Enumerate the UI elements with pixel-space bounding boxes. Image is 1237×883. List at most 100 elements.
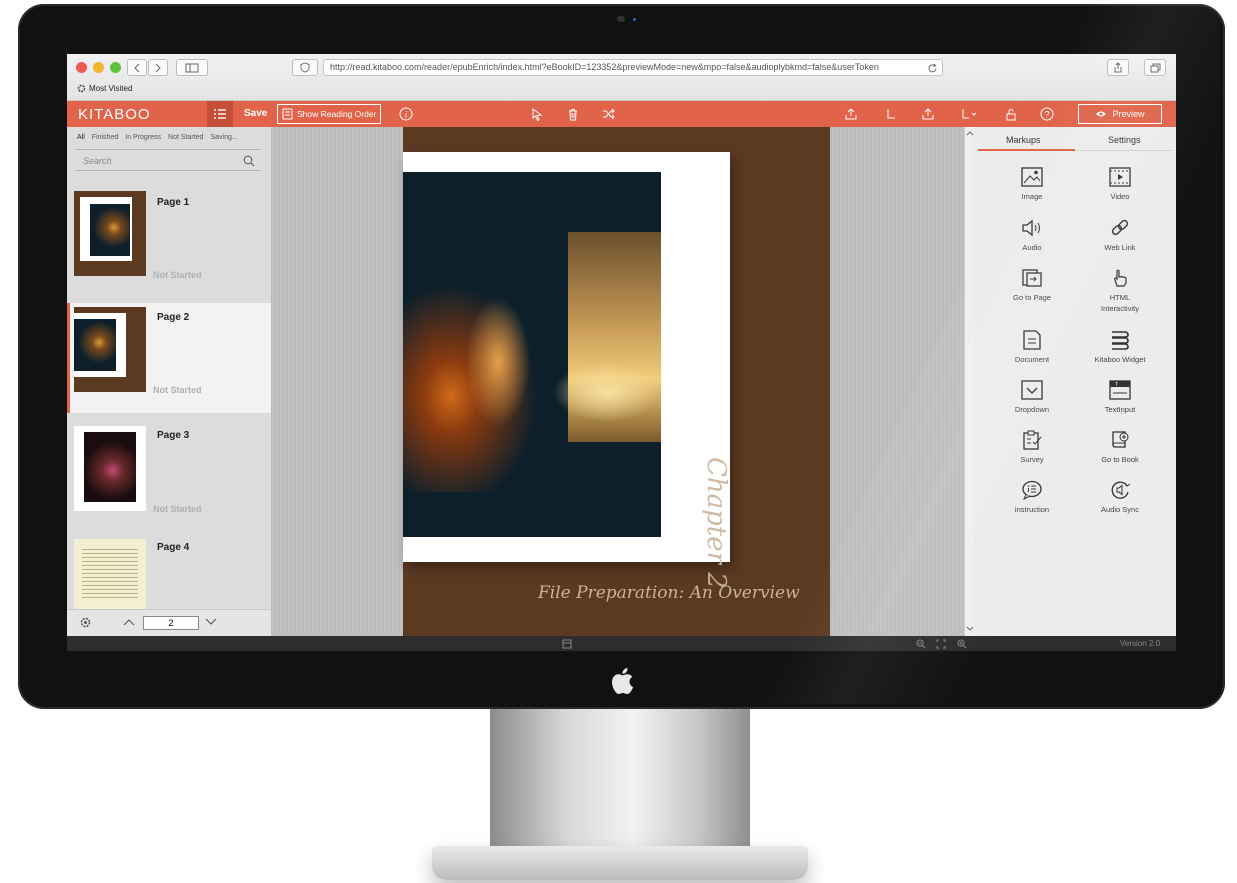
upload-button[interactable] [842,101,860,127]
select-tool-button[interactable] [528,101,546,127]
editor-canvas[interactable]: Chapter 2 File Preparation: An Overview [271,127,964,636]
download-menu-button[interactable] [957,101,981,127]
tab-markups[interactable]: Markups [1006,135,1041,145]
tabs-overview-button[interactable] [1144,59,1166,76]
layout-icon[interactable] [562,639,572,649]
page-list-button[interactable] [207,101,233,127]
page-status: Not Started [153,270,202,280]
chevron-right-icon [155,63,161,72]
info-button[interactable]: i [397,101,415,127]
markup-dropdown[interactable]: Dropdown [988,380,1076,415]
show-reading-order-button[interactable]: Show Reading Order [277,104,381,124]
markup-label: instruction [1014,505,1050,514]
canvas-scrollbar[interactable] [964,127,974,636]
share-icon [1114,62,1122,73]
lock-button[interactable] [1002,101,1020,127]
address-bar[interactable]: http://read.kitaboo.com/reader/epubEnric… [323,59,943,76]
sidebar-toggle-button[interactable] [176,59,208,76]
help-button[interactable]: ? [1038,101,1056,127]
save-button[interactable]: Save [244,108,267,119]
markup-label: Video [1110,192,1130,201]
page-list-item[interactable]: Page 3 Not Started [67,418,271,528]
chapter-heading[interactable]: Chapter 2 [701,457,731,589]
forward-button[interactable] [148,59,168,76]
scroll-down-icon[interactable] [966,626,974,632]
search-icon[interactable] [243,155,255,167]
info-icon: i [399,107,413,121]
close-window-button[interactable] [76,62,87,73]
page-navigator: 2 [67,609,271,636]
markup-web-link[interactable]: Web Link [1076,218,1164,253]
markup-video[interactable]: Video [1076,167,1164,202]
chapter-title[interactable]: File Preparation: An Overview [538,583,800,603]
align-bottom-button[interactable] [881,101,899,127]
markups-panel: Markups Settings Image Video Audio Web L… [974,127,1176,636]
book-icon [1112,431,1129,448]
filter-tab-all[interactable]: All [77,134,85,149]
photo-frame[interactable] [403,152,730,562]
markup-html-interactivity[interactable]: HTML Interactivity [1076,268,1164,314]
preview-button[interactable]: Preview [1078,104,1162,124]
export-button[interactable] [919,101,937,127]
bookmarks-bar-item[interactable]: Most Visited [77,84,132,93]
share-button[interactable] [1107,59,1129,76]
camera [617,16,636,22]
delete-button[interactable] [564,101,582,127]
filter-divider [75,149,261,150]
zoom-out-icon[interactable] [916,639,926,649]
markup-label: Dropdown [1014,405,1050,414]
svg-text:?: ? [1044,110,1049,120]
page-number-input[interactable]: 2 [143,616,199,630]
markup-kitaboo-widget[interactable]: Kitaboo Widget [1076,330,1164,365]
markup-survey[interactable]: Survey [988,430,1076,465]
markup-label: Go to Page [1013,293,1051,302]
filter-tab-saving[interactable]: Saving... [210,134,237,149]
chevron-down-icon[interactable] [205,618,217,626]
back-button[interactable] [127,59,147,76]
fit-screen-icon[interactable] [936,639,946,649]
cover-photo[interactable] [403,172,661,537]
reload-icon[interactable] [927,61,938,79]
privacy-shield-button[interactable] [292,59,318,76]
markup-instruction[interactable]: instruction [988,480,1076,515]
bookmarks-label: Most Visited [89,84,133,93]
zoom-in-icon[interactable] [957,639,967,649]
markup-image[interactable]: Image [988,167,1076,202]
markup-label: Go to Book [1101,455,1139,464]
page-search-input[interactable]: Search [75,151,261,171]
markup-text-input[interactable]: T TextInput [1076,380,1164,415]
survey-icon [1023,430,1042,450]
page-thumbnail [74,307,146,392]
scroll-up-icon[interactable] [966,130,974,136]
markup-go-to-page[interactable]: Go to Page [988,268,1076,303]
status-filter-tabs: All Finished In Progress Not Started Sav… [67,127,271,149]
page-list-item-selected[interactable]: Page 2 Not Started [67,303,271,413]
text-input-icon: T [1109,380,1131,400]
sidebar-icon [185,63,199,72]
audio-icon [1022,219,1040,237]
markup-go-to-book[interactable]: Go to Book [1076,430,1164,465]
minimize-window-button[interactable] [93,62,104,73]
version-label: Version 2.0 [1120,639,1161,648]
svg-text:T: T [1115,382,1118,388]
book-page[interactable]: Chapter 2 File Preparation: An Overview [403,127,830,636]
chevron-up-icon[interactable] [123,618,135,626]
markup-audio[interactable]: Audio [988,218,1076,253]
maximize-window-button[interactable] [110,62,121,73]
app-toolbar: KITABOO Save Show Reading Order i ? Prev… [67,101,1176,127]
shuffle-button[interactable] [599,101,617,127]
page-label: Page 1 [157,197,190,208]
tabs-icon [1150,63,1160,72]
tab-settings[interactable]: Settings [1108,135,1141,145]
page-status: Not Started [153,504,202,514]
markup-label: Web Link [1104,243,1136,252]
page-status: Not Started [153,385,202,395]
markup-document[interactable]: Document [988,330,1076,365]
settings-icon[interactable] [79,616,92,629]
filter-tab-in-progress[interactable]: In Progress [125,134,161,149]
page-list-item[interactable]: Page 1 Not Started [67,175,271,285]
filter-tab-not-started[interactable]: Not Started [168,134,203,149]
gear-icon [77,84,86,93]
filter-tab-finished[interactable]: Finished [92,134,118,149]
markup-audio-sync[interactable]: Audio Sync [1076,480,1164,515]
